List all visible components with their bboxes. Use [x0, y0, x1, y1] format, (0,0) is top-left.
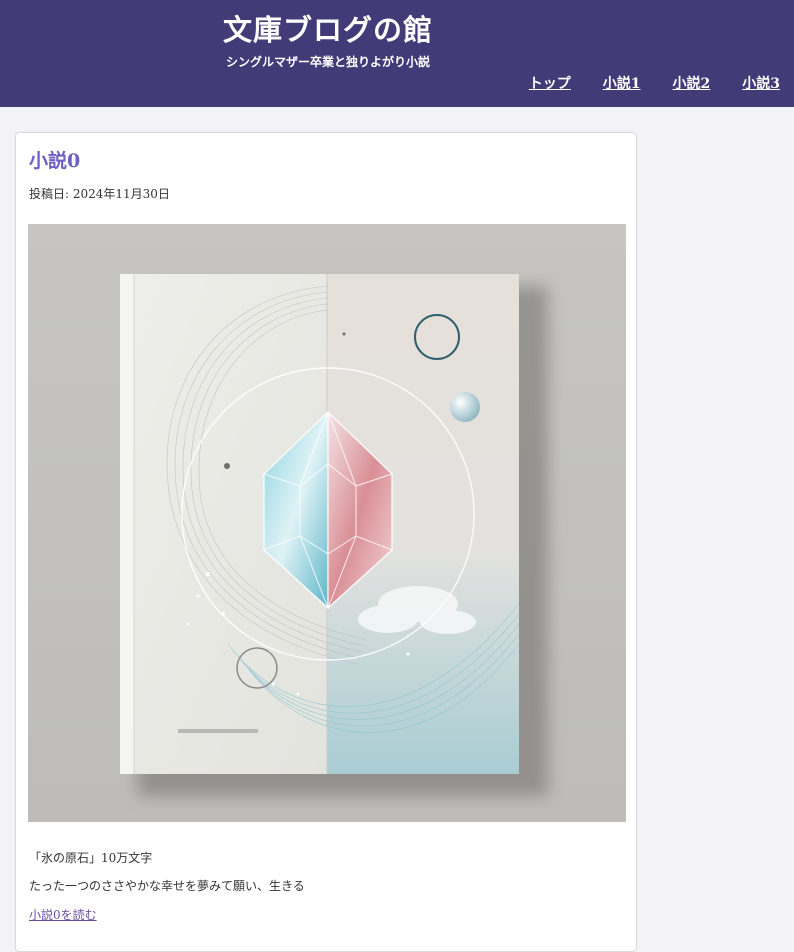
post-excerpt-2: たった一つのささやかな幸せを夢みて願い、生きる	[29, 879, 305, 893]
nav-link-novel-1[interactable]: 小説1	[603, 74, 641, 94]
main-nav: トップ 小説1 小説2 小説3	[529, 74, 780, 94]
nav-link-novel-3[interactable]: 小説3	[742, 74, 780, 94]
site-title[interactable]: 文庫ブログの館	[0, 10, 656, 50]
book-cover-image	[28, 224, 626, 822]
post-excerpt-1: 「氷の原石」10万文字	[29, 851, 153, 865]
book-cover-illustration	[28, 224, 626, 822]
site-header: 文庫ブログの館 シングルマザー卒業と独りよがり小説 トップ 小説1 小説2 小説…	[0, 0, 794, 107]
post-title[interactable]: 小説0	[29, 147, 80, 175]
post-date: 投稿日: 2024年11月30日	[29, 187, 170, 201]
read-novel-link[interactable]: 小説0を読む	[29, 905, 97, 925]
site-tagline: シングルマザー卒業と独りよがり小説	[225, 55, 430, 69]
nav-link-novel-2[interactable]: 小説2	[673, 74, 711, 94]
nav-link-top[interactable]: トップ	[529, 74, 571, 94]
post-card: 小説0 投稿日: 2024年11月30日 「氷の原石」10万文字 たった一つのさ…	[15, 132, 637, 952]
